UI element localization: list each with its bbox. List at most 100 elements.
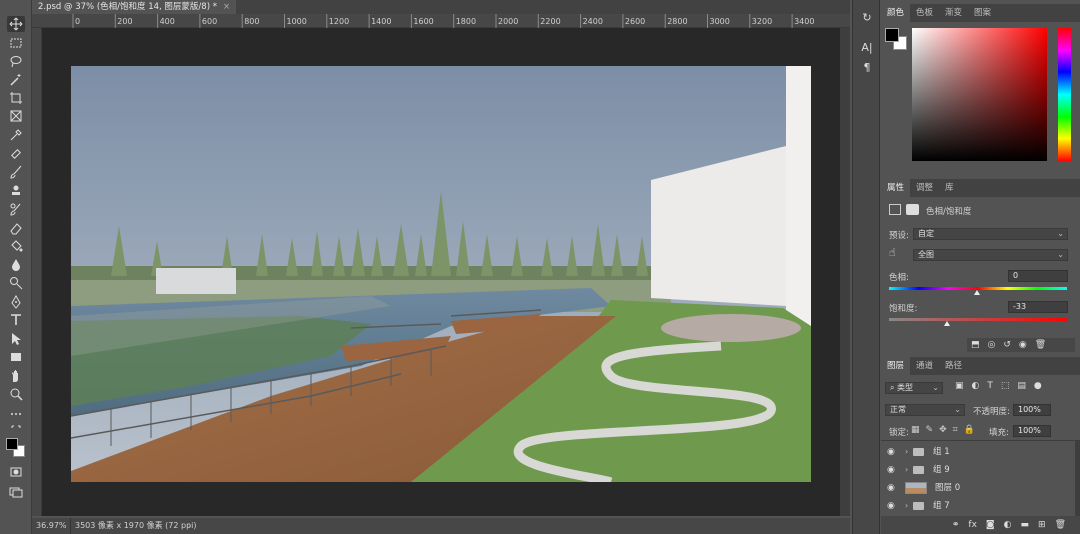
delete-icon[interactable]: 🗑 <box>1035 338 1046 352</box>
saturation-track[interactable] <box>889 318 1067 321</box>
new-group-icon[interactable]: ▬ <box>1021 516 1030 534</box>
layer-row[interactable]: ◉ 图层 0 <box>881 479 1075 497</box>
swap-colors-icon[interactable] <box>7 422 25 438</box>
blur-tool-icon[interactable] <box>7 257 25 273</box>
color-picker-field[interactable] <box>912 28 1047 161</box>
tab-patterns[interactable]: 图案 <box>968 4 997 22</box>
move-tool-icon[interactable] <box>7 16 25 32</box>
magic-wand-tool-icon[interactable] <box>7 72 25 88</box>
layer-row[interactable]: ◉ › 组 1 <box>881 443 1075 461</box>
visibility-icon[interactable]: ◉ <box>1019 338 1027 352</box>
eraser-tool-icon[interactable] <box>7 220 25 236</box>
shape-filter-icon[interactable]: ⬚ <box>1001 381 1010 391</box>
tab-adjustments[interactable]: 调整 <box>910 179 939 197</box>
eye-icon[interactable]: ◉ <box>887 497 895 515</box>
mask-icon[interactable] <box>906 204 919 215</box>
fill-field[interactable]: 100% <box>1013 425 1051 437</box>
foreground-color-swatch[interactable] <box>6 438 18 450</box>
lock-image-icon[interactable]: ✎ <box>926 425 934 435</box>
tab-channels[interactable]: 通道 <box>910 357 939 375</box>
expand-arrow-icon[interactable]: › <box>905 443 908 461</box>
screen-mode-icon[interactable] <box>7 484 25 500</box>
smart-object-filter-icon[interactable]: ▤ <box>1017 381 1026 391</box>
frame-tool-icon[interactable] <box>7 108 25 124</box>
character-panel-icon[interactable]: A| <box>859 40 875 56</box>
new-adjustment-icon[interactable]: ◐ <box>1004 516 1012 534</box>
tab-swatches[interactable]: 色板 <box>910 4 939 22</box>
filter-toggle-icon[interactable]: ● <box>1034 381 1042 391</box>
lasso-tool-icon[interactable] <box>7 53 25 69</box>
pixel-filter-icon[interactable]: ▣ <box>955 381 964 391</box>
tab-paths[interactable]: 路径 <box>939 357 968 375</box>
pen-tool-icon[interactable] <box>7 294 25 310</box>
hue-slider[interactable] <box>1058 28 1071 161</box>
dodge-tool-icon[interactable] <box>7 275 25 291</box>
eyedropper-tool-icon[interactable] <box>7 127 25 143</box>
quick-mask-icon[interactable] <box>7 464 25 480</box>
preset-dropdown[interactable]: 自定 ⌄ <box>913 228 1068 240</box>
lock-position-icon[interactable]: ✥ <box>939 425 947 435</box>
document-tab[interactable]: 2.psd @ 37% (色相/饱和度 14, 图层蒙版/8) * × <box>32 0 237 14</box>
new-layer-icon[interactable]: ⊞ <box>1038 516 1046 534</box>
link-layers-icon[interactable]: ⚭ <box>952 516 960 534</box>
targeted-adjustment-icon[interactable]: ☝ <box>889 246 896 259</box>
eye-icon[interactable]: ◉ <box>887 479 895 497</box>
blend-mode-dropdown[interactable]: 正常 ⌄ <box>885 404 965 416</box>
healing-brush-tool-icon[interactable] <box>7 146 25 162</box>
lock-all-icon[interactable]: 🔒 <box>964 425 975 435</box>
lock-transparent-icon[interactable]: ▦ <box>911 425 920 435</box>
opacity-field[interactable]: 100% <box>1013 404 1051 416</box>
paint-bucket-tool-icon[interactable] <box>7 238 25 254</box>
adjustment-filter-icon[interactable]: ◐ <box>972 381 980 391</box>
zoom-level[interactable]: 36.97% <box>36 518 67 534</box>
layers-scrollbar[interactable] <box>1075 440 1080 516</box>
channel-dropdown[interactable]: 全图 ⌄ <box>913 249 1068 261</box>
document-canvas[interactable] <box>71 66 811 482</box>
saturation-slider-thumb[interactable] <box>944 321 950 326</box>
fill-label: 填充: <box>989 428 1009 438</box>
reset-icon[interactable]: ↺ <box>1003 338 1011 352</box>
tab-properties[interactable]: 属性 <box>881 179 911 197</box>
type-filter-icon[interactable]: T <box>987 381 993 391</box>
vertical-scrollbar[interactable] <box>840 28 850 516</box>
eye-icon[interactable]: ◉ <box>887 443 895 461</box>
saturation-value-field[interactable]: -33 <box>1008 301 1068 313</box>
more-tools-icon[interactable] <box>7 406 25 422</box>
path-selection-tool-icon[interactable] <box>7 331 25 347</box>
collapsed-panels-column: ↻ A| ¶ <box>852 0 880 534</box>
layer-row[interactable]: ◉ › 组 9 <box>881 461 1075 479</box>
layer-row[interactable]: ◉ › 组 7 <box>881 497 1075 515</box>
history-panel-icon[interactable]: ↻ <box>859 10 875 26</box>
tab-gradients[interactable]: 渐变 <box>939 4 968 22</box>
expand-arrow-icon[interactable]: › <box>905 461 908 479</box>
eye-icon[interactable]: ◉ <box>887 461 895 479</box>
add-mask-icon[interactable]: ◙ <box>986 516 995 534</box>
tab-libraries[interactable]: 库 <box>939 179 960 197</box>
tab-color[interactable]: 颜色 <box>881 4 911 22</box>
history-brush-tool-icon[interactable] <box>7 201 25 217</box>
expand-arrow-icon[interactable]: › <box>905 497 908 515</box>
view-previous-icon[interactable]: ◎ <box>988 338 996 352</box>
clip-to-layer-icon[interactable]: ⬒ <box>971 338 980 352</box>
type-tool-icon[interactable] <box>7 312 25 328</box>
rectangle-tool-icon[interactable] <box>7 349 25 365</box>
hue-label: 色相: <box>889 273 909 283</box>
zoom-tool-icon[interactable] <box>7 386 25 402</box>
status-chevron-icon[interactable]: › <box>188 518 191 534</box>
layer-style-icon[interactable]: fx <box>968 516 977 534</box>
hue-value-field[interactable]: 0 <box>1008 270 1068 282</box>
marquee-tool-icon[interactable] <box>7 35 25 51</box>
color-foreground-swatch[interactable] <box>885 28 899 42</box>
paragraph-panel-icon[interactable]: ¶ <box>859 60 875 76</box>
document-info: 3503 像素 x 1970 像素 (72 ppi) <box>70 518 197 534</box>
clone-stamp-tool-icon[interactable] <box>7 183 25 199</box>
layer-filter-dropdown[interactable]: ⌕ 类型 ⌄ <box>885 382 943 394</box>
close-tab-icon[interactable]: × <box>223 2 230 12</box>
delete-layer-icon[interactable]: 🗑 <box>1055 516 1066 534</box>
hand-tool-icon[interactable] <box>7 368 25 384</box>
crop-tool-icon[interactable] <box>7 90 25 106</box>
brush-tool-icon[interactable] <box>7 164 25 180</box>
hue-slider-thumb[interactable] <box>974 290 980 295</box>
lock-artboard-icon[interactable]: ⌗ <box>953 425 958 435</box>
tab-layers[interactable]: 图层 <box>881 357 911 375</box>
